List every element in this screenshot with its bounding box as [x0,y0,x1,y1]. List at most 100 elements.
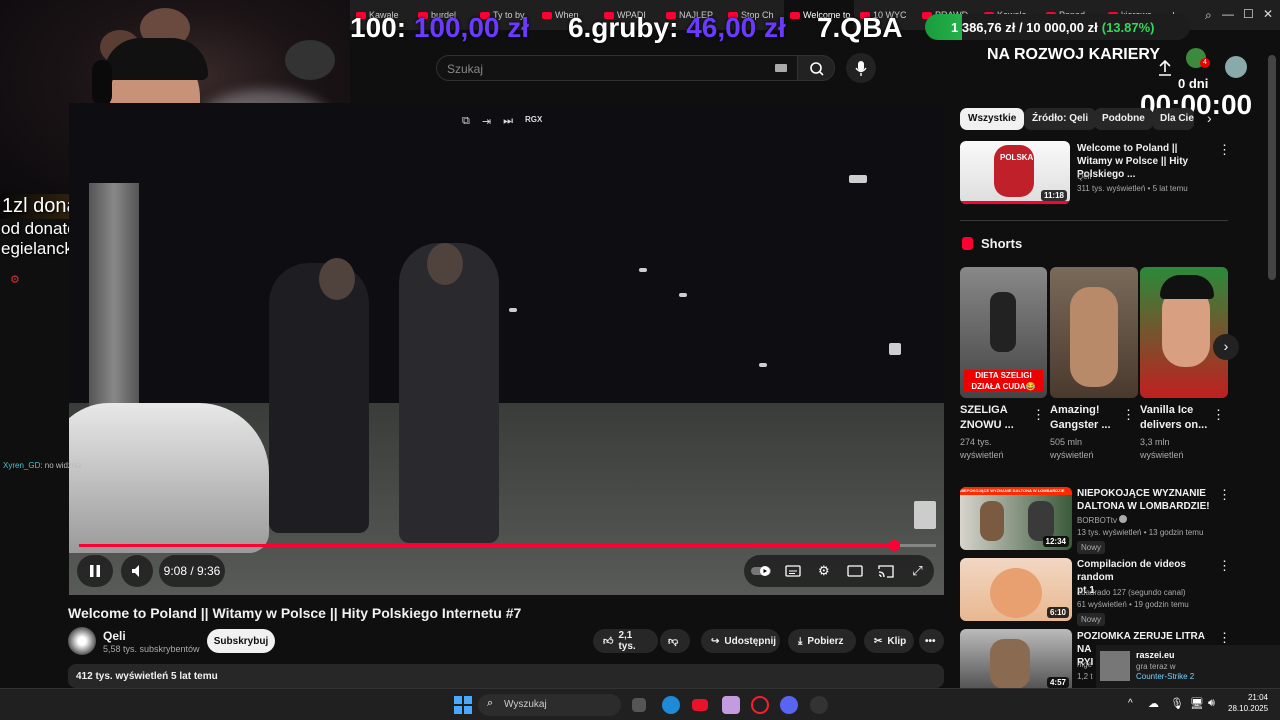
skip-next-icon[interactable]: ⏭ [503,115,513,128]
search-icon [810,62,824,76]
video-title: Welcome to Poland || Witamy w Polsce || … [68,605,522,621]
pause-button[interactable] [77,555,113,587]
short-title-1[interactable]: SZELIGA ZNOWU ... [960,403,1014,433]
short-menu-icon[interactable]: ⋮ [1212,407,1225,423]
like-count: 2,1 tys. [618,630,636,652]
rec-channel[interactable]: nige [1077,659,1092,671]
subtitles-icon[interactable] [782,560,803,582]
progress-bar[interactable] [79,540,936,551]
clock-time: 21:04 [1247,693,1268,702]
rec-menu-icon[interactable]: ⋮ [1218,630,1231,646]
goal-percent: (13.87%) [1101,19,1155,35]
keyboard-icon[interactable] [775,64,787,72]
enter-icon[interactable]: ⇥ [482,115,491,128]
short-views-line: wyświetleń [1050,450,1094,460]
progress-knob[interactable] [889,540,900,551]
rec-thumbnail[interactable]: 4:57 [960,629,1072,688]
settings-icon[interactable]: ⚙ [813,560,834,582]
search-button[interactable] [797,55,835,81]
tray-mic-icon[interactable]: 🎙︎ [1170,697,1184,710]
clip-button[interactable]: ✂ Klip [864,629,914,653]
rec-thumbnail[interactable]: NIEPOKOJĄCE WYZNANIE DALTONA W LOMBARDZI… [960,487,1072,550]
chat-text: : no widzisz [40,461,82,470]
download-button[interactable]: ⤓ Pobierz [788,629,856,653]
rec-thumbnail[interactable]: 6:10 [960,558,1072,621]
chips-next-icon[interactable]: › [1207,110,1212,126]
player-right-controls: ⚙ ⤢ [744,555,934,587]
short-thumbnail[interactable]: DIETA SZELIGI DZIAŁA CUDA😂 [960,267,1047,398]
chip-all[interactable]: Wszystkie [960,108,1025,130]
rec-title-line: DALTONA W LOMBARDZIE! [1077,501,1210,512]
streamer-cap [104,38,208,80]
short-menu-icon[interactable]: ⋮ [1032,407,1045,423]
fullscreen-icon[interactable]: ⤢ [907,560,928,582]
friend-activity-notification[interactable]: raszei.eu gra teraz w Counter-Strike 2 [1096,645,1280,689]
theater-mode-icon[interactable] [844,560,865,582]
chip-related[interactable]: Podobne [1094,108,1153,130]
more-icon: ••• [925,635,936,647]
description-box[interactable]: 412 tys. wyświetleń 5 lat temu [68,664,944,688]
short-title-2[interactable]: Amazing! Gangster ... [1050,403,1111,433]
taskbar-search[interactable]: Wyszukaj [478,694,621,716]
video-person-2 [399,243,499,543]
cast-icon[interactable] [876,560,897,582]
watched-bar [960,201,1070,204]
share-button[interactable]: ↪ Udostępnij [701,629,780,653]
chip-for-you[interactable]: Dla Ciebie [1152,108,1194,130]
rec-thumbnail[interactable]: POLSKA 11:18 [960,141,1070,204]
close-window-icon[interactable]: ✕ [1263,7,1273,21]
time-display: 9:08 / 9:36 [159,555,225,587]
rgx-extension-icon[interactable]: RGX [525,115,542,128]
search-input[interactable]: Szukaj [436,55,798,81]
discord-icon[interactable] [780,696,798,714]
edge-icon[interactable] [662,696,680,714]
taskbar-clock[interactable]: 21:04 28.10.2025 [1228,692,1268,714]
voice-search-button[interactable] [846,53,876,83]
shorts-next-button[interactable]: › [1213,334,1239,360]
rec-menu-icon[interactable]: ⋮ [1218,142,1231,158]
subscriber-count: 5,58 tys. subskrybentów [103,644,200,654]
rec-channel[interactable]: Qeli [1077,171,1091,183]
short-thumbnail[interactable] [1140,267,1228,398]
youtube-app-icon[interactable] [692,699,708,711]
chat-username: Xyren_GD [3,461,41,470]
start-button[interactable] [454,696,472,714]
rec-title[interactable]: NIEPOKOJĄCE WYZNANIE DALTONA W LOMBARDZIE… [1077,487,1212,513]
rec-menu-icon[interactable]: ⋮ [1218,487,1231,503]
tray-network-icon[interactable]: 🖥︎ [1190,697,1204,710]
upload-icon[interactable] [1158,59,1172,81]
subscribe-button[interactable]: Subskrybuj [207,629,275,653]
like-button[interactable]: 👍︎ 2,1 tys. [593,629,658,653]
rec-channel[interactable]: BORBOTtv [1077,515,1128,527]
autoplay-toggle[interactable] [750,560,772,582]
tray-cloud-icon[interactable]: ☁ [1148,697,1159,710]
rec-channel[interactable]: cuadrado 127 (segundo canal) [1077,587,1186,599]
more-actions-button[interactable]: ••• [919,629,944,653]
opera-icon[interactable] [751,696,769,714]
headset [92,60,112,106]
app-icon-2[interactable] [810,696,828,714]
search-tabs-icon[interactable]: ⌕ [1205,8,1212,23]
minimize-icon[interactable]: — [1222,7,1234,21]
short-title-3[interactable]: Vanilla Ice delivers on... [1140,403,1207,433]
notification-badge[interactable]: 4 [1200,58,1210,68]
video-player[interactable]: ⧉ ⇥ ⏭ RGX 9:08 / 9:36 ⚙ ⤢ [69,103,944,595]
volume-button[interactable] [121,555,153,587]
chip-from-source[interactable]: Źródło: Qeli [1024,108,1097,130]
dislike-button[interactable]: 👎︎ [660,629,690,653]
task-view-icon[interactable] [632,698,646,712]
maximize-icon[interactable]: ☐ [1243,7,1254,21]
app-icon[interactable] [722,696,740,714]
rec-menu-icon[interactable]: ⋮ [1218,558,1231,574]
scrollbar[interactable] [1268,55,1276,280]
tray-chevron-icon[interactable]: ^ [1128,698,1133,709]
channel-avatar[interactable] [68,627,96,655]
channel-name[interactable]: Qeli [103,629,126,643]
short-thumbnail[interactable] [1050,267,1138,398]
account-avatar[interactable] [1225,56,1247,78]
miniplayer-icon[interactable]: ⧉ [462,115,470,128]
rec-title[interactable]: Welcome to Poland || Witamy w Polsce || … [1077,142,1212,181]
volume-icon [132,565,139,577]
short-menu-icon[interactable]: ⋮ [1122,407,1135,423]
tray-volume-icon[interactable]: 🔊︎ [1208,697,1215,710]
